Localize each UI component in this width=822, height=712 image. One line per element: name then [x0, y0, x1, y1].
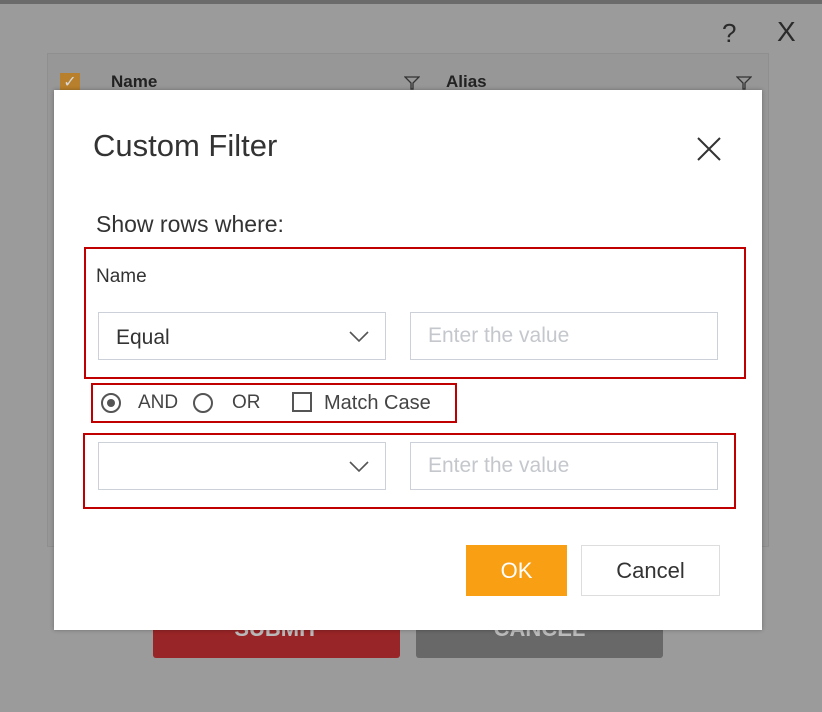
- filter-icon[interactable]: [736, 76, 752, 90]
- column-header-alias[interactable]: Alias: [446, 72, 487, 92]
- close-icon[interactable]: [694, 134, 724, 164]
- first-value-input[interactable]: [410, 312, 718, 360]
- help-icon[interactable]: ?: [722, 18, 736, 49]
- dialog-title: Custom Filter: [93, 128, 278, 163]
- and-label: AND: [138, 392, 179, 413]
- or-radio[interactable]: [193, 393, 213, 413]
- filter-icon[interactable]: [404, 76, 420, 90]
- window-top-bar: [0, 0, 822, 4]
- chevron-down-icon: [349, 461, 369, 473]
- prompt-label: Show rows where:: [96, 211, 284, 237]
- second-operator-select[interactable]: [98, 442, 386, 490]
- field-label: Name: [96, 266, 147, 287]
- match-case-label: Match Case: [324, 392, 431, 414]
- column-header-name[interactable]: Name: [111, 72, 157, 92]
- cancel-button[interactable]: Cancel: [581, 545, 720, 596]
- window-close-icon[interactable]: X: [777, 16, 796, 48]
- custom-filter-dialog: Custom Filter Show rows where: Name Equa…: [54, 90, 762, 630]
- second-value-input[interactable]: [410, 442, 718, 490]
- match-case-checkbox[interactable]: [292, 392, 312, 412]
- and-radio[interactable]: [101, 393, 121, 413]
- first-operator-value: Equal: [116, 326, 170, 349]
- or-label: OR: [232, 392, 261, 413]
- chevron-down-icon: [349, 331, 369, 343]
- ok-button[interactable]: OK: [466, 545, 567, 596]
- first-operator-select[interactable]: Equal: [98, 312, 386, 360]
